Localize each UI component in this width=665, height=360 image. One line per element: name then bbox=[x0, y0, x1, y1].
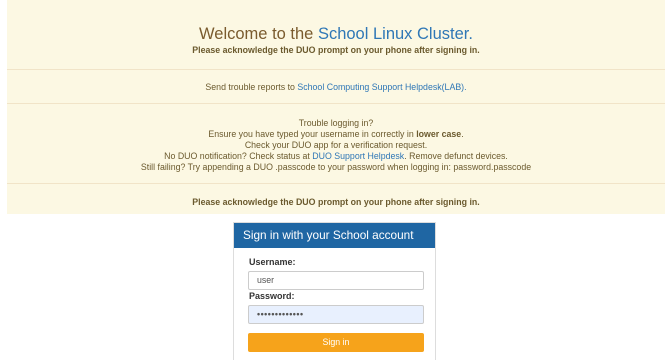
help-status-prefix: No DUO notification? Check status at bbox=[164, 151, 310, 161]
notice-banner: Welcome to the School Linux Cluster. Ple… bbox=[7, 0, 665, 214]
username-label: Username: bbox=[249, 257, 296, 267]
help-case-prefix: Ensure you have typed your username in c… bbox=[208, 129, 414, 139]
duo-support-link[interactable]: DUO Support Helpdesk bbox=[312, 151, 404, 161]
help-line-duo-status: No DUO notification? Check status at DUO… bbox=[7, 151, 665, 162]
divider bbox=[7, 183, 665, 184]
duo-ack-top: Please acknowledge the DUO prompt on you… bbox=[192, 45, 480, 55]
welcome-prefix: Welcome to the bbox=[199, 25, 314, 43]
help-line-case: Ensure you have typed your username in c… bbox=[7, 129, 665, 140]
help-case-suffix: . bbox=[461, 129, 464, 139]
login-card: Sign in with your School account Usernam… bbox=[233, 222, 436, 360]
help-line-duo-app: Check your DUO app for a verification re… bbox=[244, 140, 428, 150]
help-status-suffix: . Remove defunct devices. bbox=[404, 151, 508, 161]
divider bbox=[7, 69, 665, 70]
login-card-title: Sign in with your School account bbox=[234, 223, 435, 248]
helpdesk-link[interactable]: School Computing Support Helpdesk(LAB). bbox=[297, 82, 466, 92]
cluster-name: School Linux Cluster. bbox=[317, 25, 473, 43]
divider bbox=[7, 103, 665, 104]
username-input[interactable]: user bbox=[248, 271, 424, 290]
welcome-heading: Welcome to the School Linux Cluster. bbox=[7, 24, 665, 44]
help-case-bold: lower case bbox=[416, 129, 462, 139]
sign-in-button[interactable]: Sign in bbox=[248, 333, 424, 352]
password-input[interactable]: ••••••••••••• bbox=[248, 305, 424, 324]
help-line-passcode: Still failing? Try appending a DUO .pass… bbox=[140, 162, 532, 172]
trouble-prefix: Send trouble reports to bbox=[205, 82, 295, 92]
duo-ack-bottom: Please acknowledge the DUO prompt on you… bbox=[192, 197, 480, 207]
help-title: Trouble logging in? bbox=[298, 118, 374, 128]
trouble-report-line: Send trouble reports to School Computing… bbox=[7, 82, 665, 92]
password-label: Password: bbox=[249, 291, 295, 301]
